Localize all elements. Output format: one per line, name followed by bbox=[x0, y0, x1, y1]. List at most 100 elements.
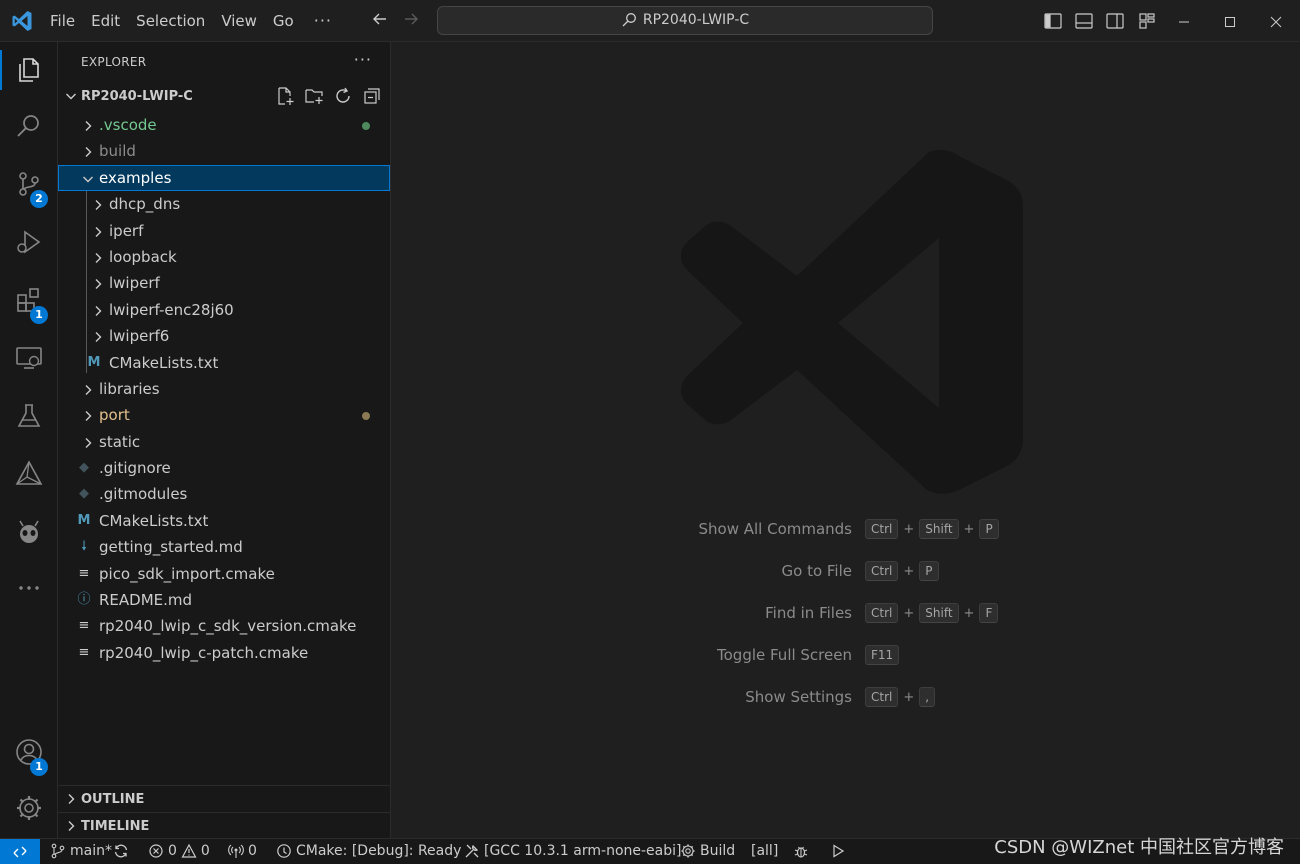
collapse-all-icon[interactable] bbox=[362, 86, 382, 106]
tree-folder-row[interactable]: iperf bbox=[58, 218, 390, 244]
activity-remote-explorer[interactable] bbox=[0, 332, 58, 384]
workspace-root-header[interactable]: RP2040-LWIP-C bbox=[58, 85, 390, 109]
go-back-button[interactable] bbox=[368, 9, 392, 33]
maximize-button[interactable] bbox=[1207, 0, 1253, 42]
activity-source-control[interactable]: 2 bbox=[0, 158, 58, 210]
text-file-icon: ≡ bbox=[78, 565, 90, 581]
activity-testing[interactable] bbox=[0, 390, 58, 442]
menu-bar: File Edit Selection View Go ··· bbox=[42, 0, 344, 42]
tree-folder-row[interactable]: lwiperf6 bbox=[58, 323, 390, 349]
outline-section-header[interactable]: OUTLINE bbox=[58, 785, 390, 811]
tree-file-row[interactable]: ⓘ README.md bbox=[58, 587, 390, 613]
menu-edit[interactable]: Edit bbox=[83, 0, 128, 42]
explorer-sidebar: EXPLORER ··· RP2040-LWIP-C .vscode build e… bbox=[58, 42, 391, 838]
markdown-file-icon: 🠗 bbox=[81, 539, 87, 555]
close-button[interactable] bbox=[1253, 0, 1299, 42]
git-branch-label: main* bbox=[70, 843, 112, 859]
info-file-icon: ⓘ bbox=[77, 592, 91, 608]
tree-file-row[interactable]: ◆ .gitignore bbox=[58, 455, 390, 481]
explorer-title: EXPLORER bbox=[81, 55, 147, 69]
tree-file-row[interactable]: ◆ .gitmodules bbox=[58, 481, 390, 507]
minimize-button[interactable] bbox=[1161, 0, 1207, 42]
menu-view[interactable]: View bbox=[213, 0, 265, 42]
command-center-search[interactable]: RP2040-LWIP-C bbox=[437, 6, 933, 35]
activity-run-debug[interactable] bbox=[0, 216, 58, 268]
activity-cmake[interactable] bbox=[0, 448, 58, 500]
remote-indicator-button[interactable] bbox=[0, 839, 40, 864]
build-label: Build bbox=[700, 843, 736, 859]
go-forward-button[interactable] bbox=[399, 9, 423, 33]
tree-file-row[interactable]: ≡ rp2040_lwip_c_sdk_version.cmake bbox=[58, 613, 390, 639]
tree-file-row[interactable]: ≡ pico_sdk_import.cmake bbox=[58, 561, 390, 587]
tree-folder-row[interactable]: lwiperf bbox=[58, 270, 390, 296]
menu-more-button[interactable]: ··· bbox=[302, 0, 344, 42]
activity-extensions[interactable]: 1 bbox=[0, 274, 58, 326]
maximize-icon bbox=[1225, 16, 1235, 27]
tree-folder-row[interactable]: dhcp_dns bbox=[58, 191, 390, 217]
tree-file-row[interactable]: M CMakeLists.txt bbox=[58, 350, 390, 376]
tree-folder-row[interactable]: examples bbox=[58, 164, 390, 192]
debug-button[interactable] bbox=[793, 843, 809, 859]
tree-folder-row[interactable]: static bbox=[58, 429, 390, 455]
activity-more[interactable] bbox=[0, 562, 58, 614]
tree-item-label: README.md bbox=[99, 591, 193, 610]
chevron-right-icon bbox=[95, 332, 102, 343]
tree-folder-row[interactable]: libraries bbox=[58, 376, 390, 402]
new-file-icon[interactable] bbox=[275, 86, 295, 106]
shortcut-label: Show All Commands bbox=[698, 520, 852, 538]
tree-file-row[interactable]: 🠗 getting_started.md bbox=[58, 534, 390, 560]
run-button[interactable] bbox=[830, 843, 846, 859]
timeline-section-header[interactable]: TIMELINE bbox=[58, 812, 390, 838]
timeline-label: TIMELINE bbox=[81, 819, 150, 834]
command-center-label: RP2040-LWIP-C bbox=[642, 12, 750, 28]
tree-folder-row[interactable]: .vscode bbox=[58, 112, 390, 138]
activity-accounts[interactable]: 1 bbox=[0, 726, 58, 778]
explorer-more-actions-button[interactable]: ··· bbox=[354, 50, 372, 69]
explorer-actions bbox=[275, 86, 382, 106]
toggle-primary-sidebar-icon[interactable] bbox=[1043, 11, 1063, 31]
cmake-status[interactable]: CMake: [Debug]: Ready bbox=[276, 843, 461, 859]
customize-layout-icon[interactable] bbox=[1137, 11, 1157, 31]
tree-folder-row[interactable]: port bbox=[58, 402, 390, 428]
cmake-icon bbox=[15, 460, 43, 485]
sync-changes-button[interactable] bbox=[113, 843, 129, 859]
toggle-panel-icon[interactable] bbox=[1074, 11, 1094, 31]
cmake-target-selector[interactable]: [all] bbox=[751, 843, 778, 859]
tree-file-row[interactable]: M CMakeLists.txt bbox=[58, 508, 390, 534]
csdn-watermark: CSDN @WIZnet 中国社区官方博客 bbox=[994, 837, 1284, 858]
remote-icon bbox=[13, 846, 27, 857]
keybinding-key: Ctrl bbox=[865, 519, 899, 539]
tree-file-row[interactable]: ≡ rp2040_lwip_c-patch.cmake bbox=[58, 640, 390, 666]
shortcut-label: Show Settings bbox=[745, 688, 852, 706]
refresh-icon[interactable] bbox=[333, 86, 353, 106]
shortcut-row[interactable]: Show Settings Ctrl +, bbox=[391, 685, 1300, 711]
menu-go[interactable]: Go bbox=[265, 0, 302, 42]
git-branch-status[interactable]: main* bbox=[50, 843, 112, 859]
activity-manage[interactable] bbox=[0, 782, 58, 834]
activity-explorer[interactable] bbox=[0, 44, 58, 96]
more-icon bbox=[19, 586, 39, 590]
shortcut-row[interactable]: Find in Files Ctrl + Shift + F bbox=[391, 601, 1300, 627]
warning-count: 0 bbox=[200, 843, 210, 859]
source-control-badge: 2 bbox=[30, 190, 48, 208]
ports-status[interactable]: 0 bbox=[228, 843, 257, 859]
tree-folder-row[interactable]: build bbox=[58, 138, 390, 164]
cmake-build-button[interactable]: Build bbox=[680, 843, 735, 859]
toggle-secondary-sidebar-icon[interactable] bbox=[1105, 11, 1125, 31]
activity-search[interactable] bbox=[0, 100, 58, 152]
shortcut-row[interactable]: Go to File Ctrl + P bbox=[391, 559, 1300, 585]
tree-item-label: lwiperf6 bbox=[109, 327, 170, 346]
tree-folder-row[interactable]: loopback bbox=[58, 244, 390, 270]
problems-status[interactable]: 0 0 bbox=[148, 843, 210, 859]
text-file-icon: ≡ bbox=[78, 644, 90, 660]
tree-folder-row[interactable]: lwiperf-enc28j60 bbox=[58, 297, 390, 323]
vscode-logo-icon bbox=[12, 11, 32, 31]
shortcut-row[interactable]: Toggle Full Screen F11 bbox=[391, 643, 1300, 669]
new-folder-icon[interactable] bbox=[304, 86, 324, 106]
activity-platformio[interactable] bbox=[0, 506, 58, 558]
tree-item-label: iperf bbox=[109, 221, 144, 240]
cmake-kit-status[interactable]: [GCC 10.3.1 arm-none-eabi] bbox=[464, 843, 681, 859]
menu-selection[interactable]: Selection bbox=[128, 0, 213, 42]
shortcut-row[interactable]: Show All Commands Ctrl + Shift + P bbox=[391, 517, 1300, 543]
menu-file[interactable]: File bbox=[42, 0, 83, 42]
